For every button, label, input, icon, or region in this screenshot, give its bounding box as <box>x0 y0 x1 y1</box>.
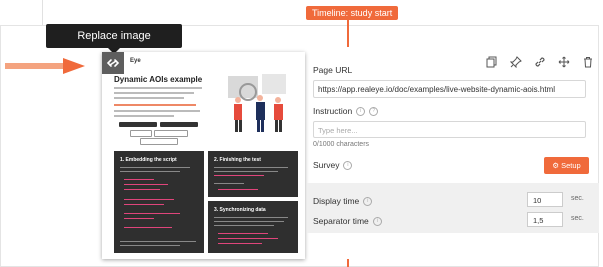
thumbnail-button <box>119 122 157 127</box>
trash-icon[interactable] <box>582 56 594 68</box>
copy-icon[interactable] <box>486 56 498 68</box>
thumbnail-text-line <box>114 92 194 94</box>
info-icon[interactable]: ? <box>369 107 379 117</box>
page-url-label: Page URL <box>313 65 353 75</box>
thumbnail-code-line <box>124 213 180 214</box>
thumbnail-code-line <box>218 189 258 190</box>
thumbnail-code-line <box>124 218 154 219</box>
separator-time-label-row: Separator time i <box>313 216 382 227</box>
thumbnail-code-line <box>214 175 264 176</box>
thumbnail-section-3-title: 3. Synchronizing data <box>214 207 266 213</box>
thumbnail-title: Dynamic AOIs example <box>114 75 203 84</box>
thumbnail-text-line <box>120 167 190 168</box>
thumbnail-text-line <box>214 171 278 172</box>
page-url-input[interactable]: https://app.realeye.io/doc/examples/live… <box>313 80 586 98</box>
separator-time-unit: sec. <box>571 215 584 222</box>
link-icon[interactable] <box>534 56 546 68</box>
gear-icon: ⚙ <box>552 161 560 170</box>
instruction-label: Instruction <box>313 106 353 116</box>
thumbnail-text-line <box>120 241 196 242</box>
separator-time-label: Separator time <box>313 216 369 226</box>
timeline-line-top <box>347 20 349 47</box>
thumbnail-text-line <box>214 221 284 222</box>
thumbnail-brand: Eye <box>130 58 141 64</box>
thumbnail-button-outline <box>130 130 152 137</box>
timeline-badge: Timeline: study start <box>306 6 399 20</box>
survey-label: Survey <box>313 160 340 170</box>
thumbnail-code-line <box>124 184 168 185</box>
thumbnail-button-outline <box>154 130 188 137</box>
thumbnail-text-line <box>114 97 184 99</box>
thumbnail-code-line <box>124 179 154 180</box>
info-icon[interactable]: i <box>343 161 353 171</box>
timeline-line-bottom <box>347 259 349 267</box>
thumbnail-section-1: 1. Embedding the script <box>114 151 204 253</box>
thumbnail-illustration <box>228 74 286 132</box>
setup-button-label: Setup <box>561 161 581 170</box>
thumbnail-section-2: 2. Finishing the test <box>208 151 298 197</box>
thumbnail-code-line <box>124 227 172 228</box>
thumbnail-text-line <box>214 225 274 226</box>
move-icon[interactable] <box>558 56 570 68</box>
display-time-input[interactable]: 10 <box>527 192 563 207</box>
display-time-label: Display time <box>313 196 360 206</box>
thumbnail-code-line <box>124 189 160 190</box>
thumbnail-code-line <box>218 233 268 234</box>
display-time-unit: sec. <box>571 195 584 202</box>
replace-image-icon <box>106 59 120 67</box>
thumbnail-button <box>160 122 198 127</box>
pointer-arrow-icon <box>5 58 85 74</box>
thumbnail-link-line <box>114 104 196 106</box>
thumbnail-section-3: 3. Synchronizing data <box>208 201 298 253</box>
thumbnail-code-line <box>218 238 278 239</box>
thumbnail-section-1-title: 1. Embedding the script <box>120 157 177 163</box>
thumbnail-section-2-title: 2. Finishing the test <box>214 157 261 163</box>
thumbnail-code-line <box>218 243 262 244</box>
instruction-label-row: Instruction i? <box>313 106 379 117</box>
pin-icon[interactable] <box>509 56 522 69</box>
display-time-label-row: Display time i <box>313 196 373 207</box>
thumbnail-text-line <box>214 183 244 184</box>
replace-image-button[interactable] <box>102 52 124 74</box>
thumbnail-text-line <box>214 217 288 218</box>
survey-setup-button[interactable]: ⚙ Setup <box>544 157 589 174</box>
thumbnail-button-outline <box>140 138 178 145</box>
info-icon[interactable]: i <box>356 107 366 117</box>
page-screenshot-thumbnail[interactable]: Eye Dynamic AOIs example 1. Embedding th… <box>102 52 305 259</box>
thumbnail-code-line <box>124 204 164 205</box>
separator-time-input[interactable]: 1,5 <box>527 212 563 227</box>
thumbnail-code-line <box>124 199 174 200</box>
info-icon[interactable]: i <box>363 197 373 207</box>
instruction-input[interactable]: Type here... <box>313 121 586 138</box>
survey-label-row: Survey i <box>313 160 353 171</box>
thumbnail-text-line <box>114 110 200 112</box>
thumbnail-text-line <box>214 167 288 168</box>
replace-image-tooltip: Replace image <box>46 24 182 54</box>
info-icon[interactable]: i <box>372 217 382 227</box>
thumbnail-text-line <box>120 171 180 172</box>
thumbnail-text-line <box>120 245 180 246</box>
thumbnail-text-line <box>114 115 174 117</box>
char-counter: 0/1000 characters <box>313 141 370 148</box>
thumbnail-text-line <box>114 87 202 89</box>
